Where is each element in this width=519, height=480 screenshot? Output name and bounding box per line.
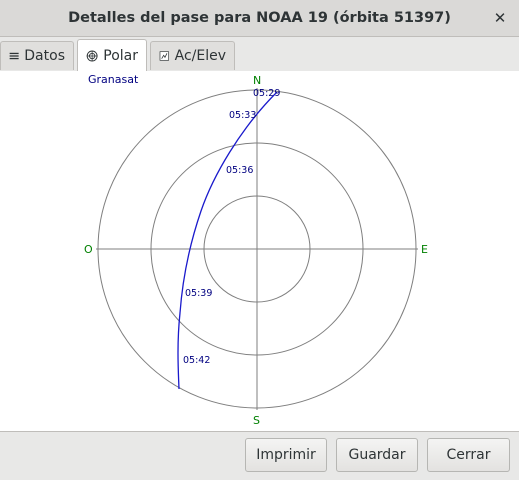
- tab-datos-label: Datos: [24, 48, 65, 64]
- north-label: N: [253, 74, 261, 87]
- satellite-track: [177, 91, 278, 390]
- tab-ac-elev-label: Ac/Elev: [174, 48, 226, 64]
- polar-icon: [86, 50, 98, 62]
- window-titlebar: Detalles del pase para NOAA 19 (órbita 5…: [0, 0, 519, 37]
- time-label: 05:39: [185, 288, 212, 299]
- time-label: 05:36: [226, 165, 253, 176]
- tab-polar-label: Polar: [103, 48, 138, 64]
- east-label: E: [421, 243, 428, 256]
- south-label: S: [253, 414, 260, 427]
- tab-ac-elev[interactable]: Ac/Elev: [150, 41, 235, 70]
- list-icon: [9, 52, 19, 60]
- ground-station-label: Granasat: [88, 73, 139, 86]
- time-label: 05:29: [253, 88, 280, 99]
- tab-polar[interactable]: Polar: [77, 39, 147, 72]
- tab-datos[interactable]: Datos: [0, 41, 74, 70]
- dialog-footer: Imprimir Guardar Cerrar: [0, 432, 519, 480]
- polar-plot: Granasat N S E O 05:29 05:33 05:36 05:39…: [84, 73, 428, 427]
- window-title: Detalles del pase para NOAA 19 (órbita 5…: [68, 10, 451, 26]
- close-button[interactable]: Cerrar: [427, 438, 510, 472]
- close-icon[interactable]: ✕: [491, 9, 509, 27]
- polar-view: Granasat N S E O 05:29 05:33 05:36 05:39…: [0, 71, 519, 432]
- tab-bar: Datos Polar Ac/Elev: [0, 37, 519, 72]
- print-button[interactable]: Imprimir: [245, 438, 327, 472]
- time-label: 05:42: [183, 355, 210, 366]
- save-button[interactable]: Guardar: [336, 438, 418, 472]
- time-label: 05:33: [229, 110, 256, 121]
- west-label: O: [84, 243, 93, 256]
- chart-icon: [159, 51, 169, 61]
